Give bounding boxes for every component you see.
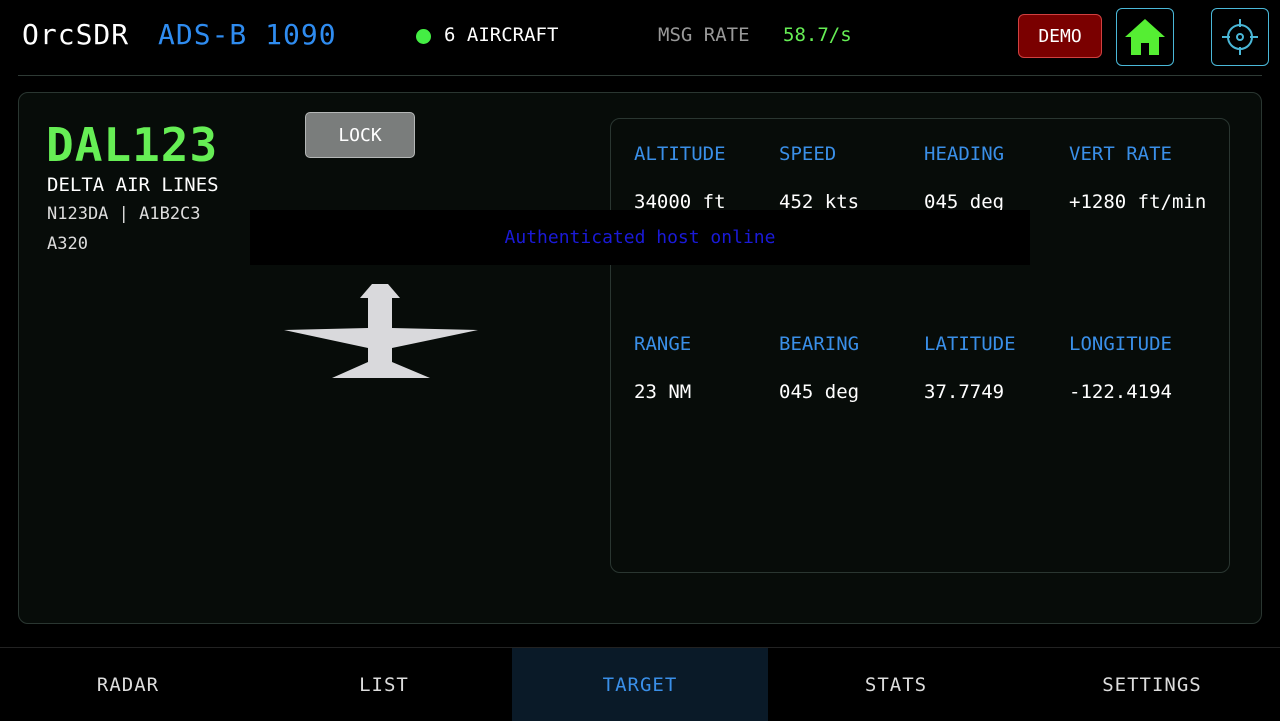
bearing-label: BEARING bbox=[779, 333, 860, 355]
bottom-nav: RADAR LIST TARGET STATS SETTINGS bbox=[0, 647, 1280, 721]
tab-radar[interactable]: RADAR bbox=[0, 648, 256, 721]
callsign: DAL123 bbox=[46, 118, 219, 172]
app-title: OrcSDR bbox=[22, 18, 130, 51]
tab-list[interactable]: LIST bbox=[256, 648, 512, 721]
toast-text: Authenticated host online bbox=[504, 227, 776, 248]
lock-button[interactable]: LOCK bbox=[305, 112, 415, 158]
status-indicator-dot bbox=[416, 29, 431, 44]
toast-notification: Authenticated host online bbox=[250, 210, 1030, 265]
msg-rate-label: MSG RATE bbox=[658, 24, 750, 46]
registration-icao: N123DA | A1B2C3 bbox=[47, 204, 201, 224]
range-label: RANGE bbox=[634, 333, 692, 355]
header-divider bbox=[18, 75, 1262, 76]
longitude-label: LONGITUDE bbox=[1069, 333, 1172, 355]
aircraft-icon bbox=[284, 284, 478, 378]
home-button[interactable] bbox=[1116, 8, 1174, 66]
vert-rate-value: +1280 ft/min bbox=[1069, 191, 1207, 213]
vert-rate-label: VERT RATE bbox=[1069, 143, 1172, 165]
altitude-label: ALTITUDE bbox=[634, 143, 726, 165]
bearing-value: 045 deg bbox=[779, 381, 860, 403]
latitude-label: LATITUDE bbox=[924, 333, 1016, 355]
airline-name: DELTA AIR LINES bbox=[47, 174, 219, 196]
home-icon bbox=[1125, 19, 1165, 55]
locate-button[interactable] bbox=[1211, 8, 1269, 66]
demo-button[interactable]: DEMO bbox=[1018, 14, 1102, 58]
aircraft-count: 6 AIRCRAFT bbox=[444, 24, 559, 46]
heading-label: HEADING bbox=[924, 143, 1005, 165]
mode-title: ADS-B 1090 bbox=[158, 18, 337, 51]
latitude-value: 37.7749 bbox=[924, 381, 1005, 403]
tab-stats[interactable]: STATS bbox=[768, 648, 1024, 721]
tab-target[interactable]: TARGET bbox=[512, 648, 768, 721]
aircraft-type: A320 bbox=[47, 234, 88, 254]
speed-label: SPEED bbox=[779, 143, 837, 165]
crosshair-icon bbox=[1222, 19, 1258, 55]
longitude-value: -122.4194 bbox=[1069, 381, 1172, 403]
msg-rate-value: 58.7/s bbox=[783, 24, 852, 46]
tab-settings[interactable]: SETTINGS bbox=[1024, 648, 1280, 721]
range-value: 23 NM bbox=[634, 381, 692, 403]
